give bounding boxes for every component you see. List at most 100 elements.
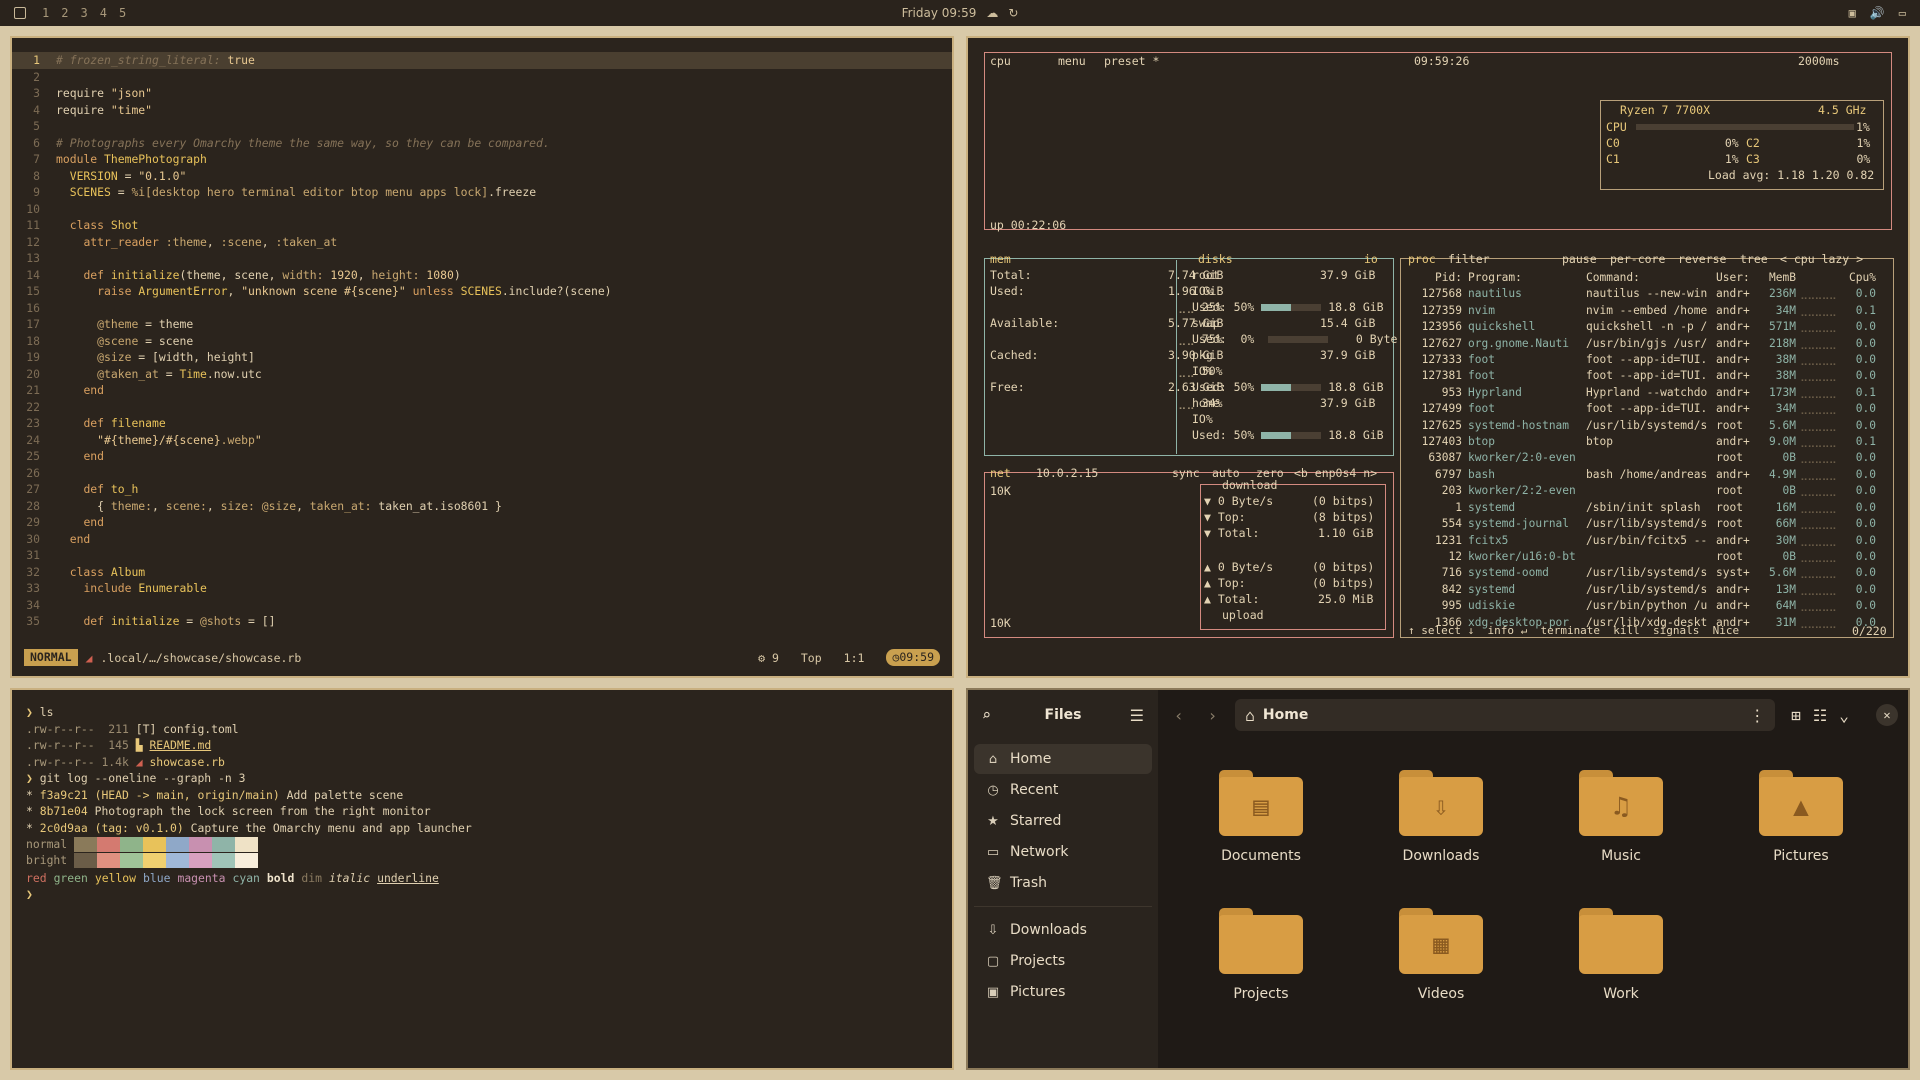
proc-filter[interactable]: filter	[1448, 252, 1490, 266]
workspace-logo-icon[interactable]	[14, 7, 26, 19]
line-code[interactable]: def filename	[56, 415, 165, 432]
work-folder[interactable]: Work	[1566, 908, 1676, 1002]
volume-icon[interactable]: 🔊	[1870, 6, 1885, 20]
proc-pause[interactable]: pause	[1562, 252, 1597, 266]
files-window[interactable]: ⌕ Files ☰ ⌂ Home ◷ Recent ★ Starred ▭ Network 🗑 T…	[966, 688, 1910, 1070]
net-title[interactable]: net	[990, 466, 1011, 480]
code-line[interactable]: 6 # Photographs every Omarchy theme the s…	[12, 135, 952, 152]
code-line[interactable]: 2	[12, 69, 952, 86]
proc-tree[interactable]: tree	[1740, 252, 1768, 266]
sidebar-item-starred[interactable]: ★ Starred	[974, 806, 1152, 836]
line-code[interactable]: VERSION = "0.1.0"	[56, 168, 187, 185]
code-line[interactable]: 32 class Album	[12, 564, 952, 581]
code-line[interactable]: 24 "#{theme}/#{scene}.webp"	[12, 432, 952, 449]
preset-label[interactable]: preset *	[1104, 54, 1159, 68]
proc-sort[interactable]: < cpu lazy >	[1780, 252, 1863, 266]
process-row[interactable]: 995 udiskie/usr/bin/python /u andr+ 64M ⣀⣀⣀⣀…	[1400, 598, 1900, 614]
code-line[interactable]: 20 @taken_at = Time.now.utc	[12, 366, 952, 383]
code-line[interactable]: 11 class Shot	[12, 217, 952, 234]
forward-icon[interactable]: ›	[1202, 706, 1224, 725]
code-line[interactable]: 9 SCENES = %i[desktop hero terminal edit…	[12, 184, 952, 201]
documents-folder[interactable]: ▤ Documents	[1206, 770, 1316, 864]
sidebar-item-recent[interactable]: ◷ Recent	[974, 775, 1152, 805]
process-row[interactable]: 554 systemd-journal/usr/lib/systemd/s root…	[1400, 516, 1900, 532]
line-code[interactable]: attr_reader :theme, :scene, :taken_at	[56, 234, 337, 251]
music-folder[interactable]: ♫ Music	[1566, 770, 1676, 864]
net-sync[interactable]: sync	[1172, 466, 1200, 480]
line-code[interactable]: # Photographs every Omarchy theme the sa…	[56, 135, 550, 152]
code-line[interactable]: 8 VERSION = "0.1.0"	[12, 168, 952, 185]
line-code[interactable]: raise ArgumentError, "unknown scene #{sc…	[56, 283, 611, 300]
code-line[interactable]: 16	[12, 300, 952, 317]
process-row[interactable]: 127627 org.gnome.Nauti/usr/bin/gjs /usr/a…	[1400, 336, 1900, 352]
videos-folder[interactable]: ▦ Videos	[1386, 908, 1496, 1002]
process-row[interactable]: 127359 nvim nvim --embed /home andr+ 34M ⣀⣀⣀⣀…	[1400, 303, 1900, 319]
editor-buffer[interactable]: 1 # frozen_string_literal: true 2 3 require …	[12, 52, 952, 630]
code-line[interactable]: 33 include Enumerable	[12, 580, 952, 597]
code-line[interactable]: 29 end	[12, 514, 952, 531]
code-line[interactable]: 15 raise ArgumentError, "unknown scene #…	[12, 283, 952, 300]
code-line[interactable]: 13	[12, 250, 952, 267]
line-code[interactable]: require "json"	[56, 85, 152, 102]
code-line[interactable]: 31	[12, 547, 952, 564]
workspace-5[interactable]: 5	[119, 6, 126, 20]
code-line[interactable]: 34	[12, 597, 952, 614]
line-code[interactable]: SCENES = %i[desktop hero terminal editor…	[56, 184, 536, 201]
path-bar[interactable]: ⌂ Home ⋮	[1235, 699, 1776, 731]
sidebar-item-pictures[interactable]: ▣ Pictures	[974, 977, 1152, 1007]
code-line[interactable]: 7 module ThemePhotograph	[12, 151, 952, 168]
battery-icon[interactable]: ▭	[1899, 6, 1906, 20]
line-code[interactable]: "#{theme}/#{scene}.webp"	[56, 432, 262, 449]
code-line[interactable]: 28 { theme:, scene:, size: @size, taken_…	[12, 498, 952, 515]
sidebar-item-downloads[interactable]: ⇩ Downloads	[974, 915, 1152, 945]
code-line[interactable]: 17 @theme = theme	[12, 316, 952, 333]
line-code[interactable]: class Album	[56, 564, 145, 581]
terminal-window[interactable]: ❯ ls .rw-r--r-- 211 [T] config.toml .rw-r-…	[10, 688, 954, 1070]
process-row[interactable]: 127333 foot foot --app-id=TUI. andr+ 38M ⣀⣀⣀⣀…	[1400, 352, 1900, 368]
line-code[interactable]: module ThemePhotograph	[56, 151, 207, 168]
cpu-title[interactable]: cpu	[990, 54, 1011, 68]
line-code[interactable]: end	[56, 448, 104, 465]
code-line[interactable]: 23 def filename	[12, 415, 952, 432]
workspace-1[interactable]: 1	[42, 6, 49, 20]
code-line[interactable]: 3 require "json"	[12, 85, 952, 102]
code-line[interactable]: 4 require "time"	[12, 102, 952, 119]
line-code[interactable]: end	[56, 382, 104, 399]
btop-window[interactable]: cpu menu preset * 09:59:26 2000ms up 00:…	[966, 36, 1910, 678]
proc-reverse[interactable]: reverse	[1678, 252, 1726, 266]
update-interval[interactable]: 2000ms	[1798, 54, 1840, 68]
process-row[interactable]: 203 kworker/2:2-even root 0B ⣀⣀⣀⣀⣀ 0.0	[1400, 483, 1900, 499]
clock[interactable]: Friday 09:59	[902, 6, 977, 20]
terminal-prompt[interactable]: ❯	[26, 886, 33, 903]
process-row[interactable]: 127381 foot foot --app-id=TUI. andr+ 38M ⣀⣀⣀⣀…	[1400, 368, 1900, 384]
new-folder-icon[interactable]: ⊞	[1791, 706, 1801, 725]
process-row[interactable]: 1 systemd/sbin/init splash root 16M ⣀⣀⣀⣀⣀ 0.0	[1400, 500, 1900, 516]
path-menu-icon[interactable]: ⋮	[1749, 706, 1765, 725]
terminal-output[interactable]: ❯ ls .rw-r--r-- 211 [T] config.toml .rw-r-…	[26, 704, 472, 836]
editor-window[interactable]: 1 # frozen_string_literal: true 2 3 require …	[10, 36, 954, 678]
line-code[interactable]: @size = [width, height]	[56, 349, 255, 366]
code-line[interactable]: 25 end	[12, 448, 952, 465]
refresh-icon[interactable]: ↻	[1008, 6, 1018, 20]
line-code[interactable]: end	[56, 514, 104, 531]
process-row[interactable]: 1231 fcitx5/usr/bin/fcitx5 -- andr+ 30M ⣀⣀⣀⣀…	[1400, 533, 1900, 549]
process-row[interactable]: 127499 foot foot --app-id=TUI. andr+ 34M ⣀⣀⣀⣀…	[1400, 401, 1900, 417]
hamburger-menu-icon[interactable]: ☰	[1130, 706, 1144, 725]
proc-footer[interactable]: ↑ select ↓ info ↵ terminate kill signals…	[1408, 624, 1739, 637]
code-line[interactable]: 12 attr_reader :theme, :scene, :taken_at	[12, 234, 952, 251]
screen-icon[interactable]: ▣	[1849, 6, 1856, 20]
downloads-folder[interactable]: ⇩ Downloads	[1386, 770, 1496, 864]
process-row[interactable]: 953 Hyprland Hyprland --watchdo andr+ 173M ⣀⣀…	[1400, 385, 1900, 401]
line-code[interactable]: require "time"	[56, 102, 152, 119]
process-row[interactable]: 842 systemd/usr/lib/systemd/s andr+ 13M ⣀⣀⣀⣀…	[1400, 582, 1900, 598]
code-line[interactable]: 22	[12, 399, 952, 416]
projects-folder[interactable]: Projects	[1206, 908, 1316, 1002]
process-row[interactable]: 127625 systemd-hostnam/usr/lib/systemd/s r…	[1400, 418, 1900, 434]
view-list-icon[interactable]: ☷	[1813, 706, 1827, 725]
code-line[interactable]: 18 @scene = scene	[12, 333, 952, 350]
code-line[interactable]: 30 end	[12, 531, 952, 548]
code-line[interactable]: 19 @size = [width, height]	[12, 349, 952, 366]
cloud-icon[interactable]: ☁	[986, 6, 998, 20]
proc-percore[interactable]: per-core	[1610, 252, 1665, 266]
line-code[interactable]: { theme:, scene:, size: @size, taken_at:…	[56, 498, 502, 515]
